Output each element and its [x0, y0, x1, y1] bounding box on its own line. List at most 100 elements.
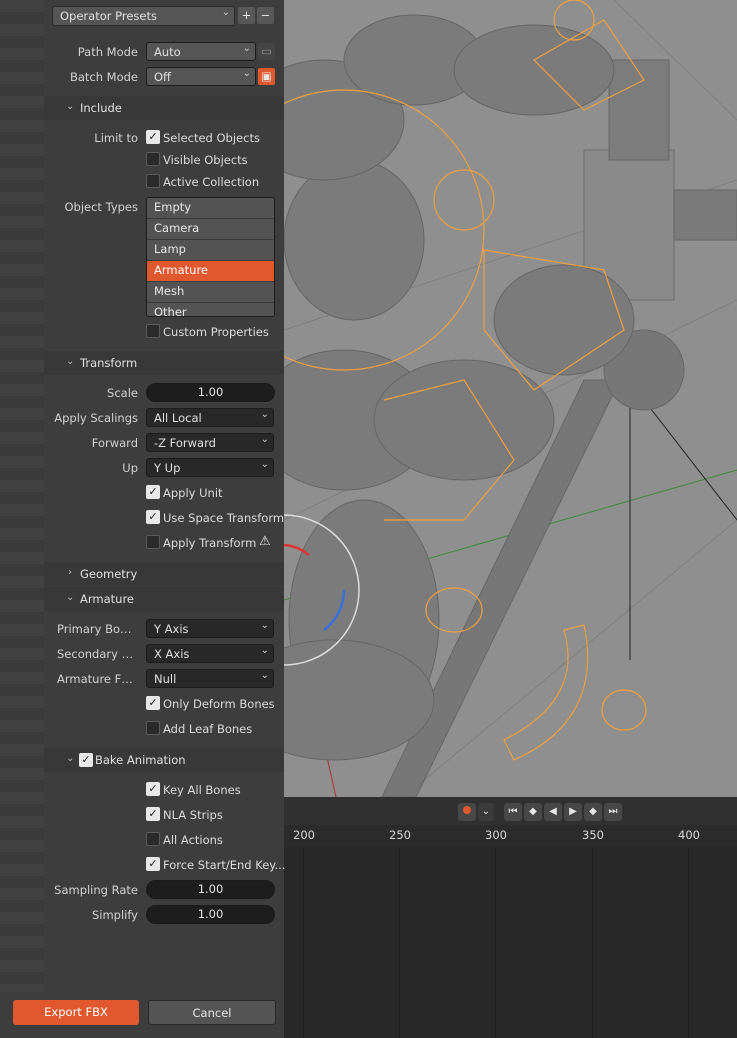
- batch-own-dir-button[interactable]: ▣: [258, 68, 275, 85]
- all-actions-checkbox[interactable]: [146, 832, 160, 846]
- primary-bone-row: Primary Bone ... Y Axis ⌄: [44, 618, 284, 640]
- custom-properties-checkbox[interactable]: [146, 324, 160, 338]
- armature-fbx-value: Null: [154, 672, 177, 686]
- embed-textures-button[interactable]: ▭: [258, 43, 275, 60]
- custom-properties-row: Custom Properties: [44, 321, 284, 343]
- simplify-row: Simplify 1.00: [44, 904, 284, 926]
- forward-dropdown[interactable]: -Z Forward ⌄: [146, 433, 274, 452]
- simplify-label: Simplify: [91, 908, 138, 922]
- sampling-rate-field[interactable]: 1.00: [146, 880, 275, 899]
- keying-dropdown[interactable]: ⌄: [478, 803, 494, 821]
- operator-presets-label: Operator Presets: [60, 9, 157, 23]
- folder-add-icon: ▣: [261, 69, 272, 83]
- prev-keyframe-button[interactable]: ◆: [524, 803, 542, 821]
- visible-objects-checkbox[interactable]: [146, 152, 160, 166]
- apply-scalings-dropdown[interactable]: All Local ⌄: [146, 408, 274, 427]
- path-mode-dropdown[interactable]: Auto ⌄: [146, 42, 256, 61]
- primary-bone-label: Primary Bone ...: [57, 622, 137, 636]
- play-button[interactable]: ▶: [564, 803, 582, 821]
- primary-bone-value: Y Axis: [154, 622, 189, 636]
- object-type-mesh[interactable]: Mesh: [147, 282, 274, 303]
- frame-gridline: [592, 847, 593, 1038]
- include-section-header[interactable]: ⌄ Include: [44, 96, 284, 120]
- jump-end-icon: ⏭: [608, 806, 618, 817]
- outliner-row-stripe: [0, 504, 44, 516]
- visible-objects-label: Visible Objects: [163, 153, 248, 167]
- batch-mode-dropdown[interactable]: Off ⌄: [146, 67, 256, 86]
- frame-gridline: [303, 847, 304, 1038]
- play-reverse-button[interactable]: ◀: [544, 803, 562, 821]
- 3d-viewport[interactable]: [284, 0, 737, 797]
- jump-end-button[interactable]: ⏭: [604, 803, 622, 821]
- chevron-down-icon: ⌄: [260, 670, 269, 681]
- chevron-down-icon: ⌄: [260, 409, 269, 420]
- apply-unit-checkbox[interactable]: ✓: [146, 485, 160, 499]
- key-all-bones-checkbox[interactable]: ✓: [146, 782, 160, 796]
- key-all-bones-row: ✓ Key All Bones: [44, 779, 284, 801]
- batch-mode-label: Batch Mode: [69, 70, 138, 84]
- secondary-bone-dropdown[interactable]: X Axis ⌄: [146, 644, 274, 663]
- object-type-other[interactable]: Other: [147, 303, 274, 316]
- armature-section-header[interactable]: ⌄ Armature: [44, 587, 284, 611]
- export-fbx-button[interactable]: Export FBX: [13, 1000, 139, 1025]
- apply-scalings-row: Apply Scalings All Local ⌄: [44, 407, 284, 429]
- bake-animation-section-header[interactable]: ⌄ ✓ Bake Animation: [44, 748, 284, 772]
- object-type-lamp[interactable]: Lamp: [147, 240, 274, 261]
- geometry-section-header[interactable]: › Geometry: [44, 562, 284, 586]
- frame-ruler[interactable]: 200 250 300 350 400: [284, 825, 737, 847]
- play-reverse-icon: ◀: [549, 806, 557, 817]
- outliner-row-stripe: [0, 360, 44, 372]
- forward-value: -Z Forward: [154, 436, 216, 450]
- outliner-row-stripe: [0, 336, 44, 348]
- chevron-down-icon: ⌄: [221, 7, 230, 18]
- force-start-end-label: Force Start/End Key...: [163, 858, 286, 872]
- timeline-editor[interactable]: ⌄ ⏮ ◆ ◀ ▶ ◆ ⏭ 200 250 300 350 400: [284, 797, 737, 1038]
- cancel-button[interactable]: Cancel: [148, 1000, 276, 1025]
- all-actions-label: All Actions: [163, 833, 223, 847]
- force-start-end-checkbox[interactable]: ✓: [146, 857, 160, 871]
- next-keyframe-button[interactable]: ◆: [584, 803, 602, 821]
- outliner-row-stripe: [0, 864, 44, 876]
- nla-strips-checkbox[interactable]: ✓: [146, 807, 160, 821]
- object-type-empty[interactable]: Empty: [147, 198, 274, 219]
- apply-transform-checkbox[interactable]: [146, 535, 160, 549]
- add-preset-button[interactable]: +: [238, 7, 255, 24]
- armature-fbx-row: Armature FBX... Null ⌄: [44, 668, 284, 690]
- plus-icon: +: [241, 8, 252, 22]
- limit-to-label: Limit to: [94, 131, 138, 145]
- outliner-row-stripe: [0, 456, 44, 468]
- use-space-transform-checkbox[interactable]: ✓: [146, 510, 160, 524]
- jump-start-button[interactable]: ⏮: [504, 803, 522, 821]
- outliner-row-stripe: [0, 576, 44, 588]
- bake-animation-section-title: Bake Animation: [95, 753, 186, 767]
- record-button[interactable]: [458, 803, 476, 821]
- only-deform-bones-label: Only Deform Bones: [163, 697, 275, 711]
- add-leaf-bones-row: Add Leaf Bones: [44, 718, 284, 740]
- add-leaf-bones-checkbox[interactable]: [146, 721, 160, 735]
- active-collection-checkbox[interactable]: [146, 174, 160, 188]
- bake-animation-checkbox[interactable]: ✓: [79, 753, 93, 767]
- chevron-right-icon: ›: [68, 567, 72, 578]
- batch-mode-value: Off: [154, 70, 171, 84]
- force-start-end-row: ✓ Force Start/End Key...: [44, 854, 286, 876]
- selected-objects-checkbox[interactable]: ✓: [146, 130, 160, 144]
- active-collection-row: Active Collection: [44, 171, 284, 193]
- object-type-armature[interactable]: Armature: [147, 261, 274, 282]
- transform-section-header[interactable]: ⌄ Transform: [44, 351, 284, 375]
- scale-field[interactable]: 1.00: [146, 383, 275, 402]
- simplify-field[interactable]: 1.00: [146, 905, 275, 924]
- primary-bone-dropdown[interactable]: Y Axis ⌄: [146, 619, 274, 638]
- sampling-rate-label: Sampling Rate: [54, 883, 138, 897]
- armature-fbx-dropdown[interactable]: Null ⌄: [146, 669, 274, 688]
- outliner-row-stripe: [0, 72, 44, 84]
- jump-start-icon: ⏮: [508, 806, 518, 817]
- remove-preset-button[interactable]: −: [257, 7, 274, 24]
- object-type-camera[interactable]: Camera: [147, 219, 274, 240]
- frame-number: 300: [485, 828, 507, 842]
- scale-row: Scale 1.00: [44, 382, 284, 404]
- active-collection-label: Active Collection: [163, 175, 260, 189]
- operator-presets-dropdown[interactable]: Operator Presets ⌄: [52, 6, 235, 26]
- up-dropdown[interactable]: Y Up ⌄: [146, 458, 274, 477]
- minus-icon: −: [260, 8, 271, 22]
- only-deform-bones-checkbox[interactable]: ✓: [146, 696, 160, 710]
